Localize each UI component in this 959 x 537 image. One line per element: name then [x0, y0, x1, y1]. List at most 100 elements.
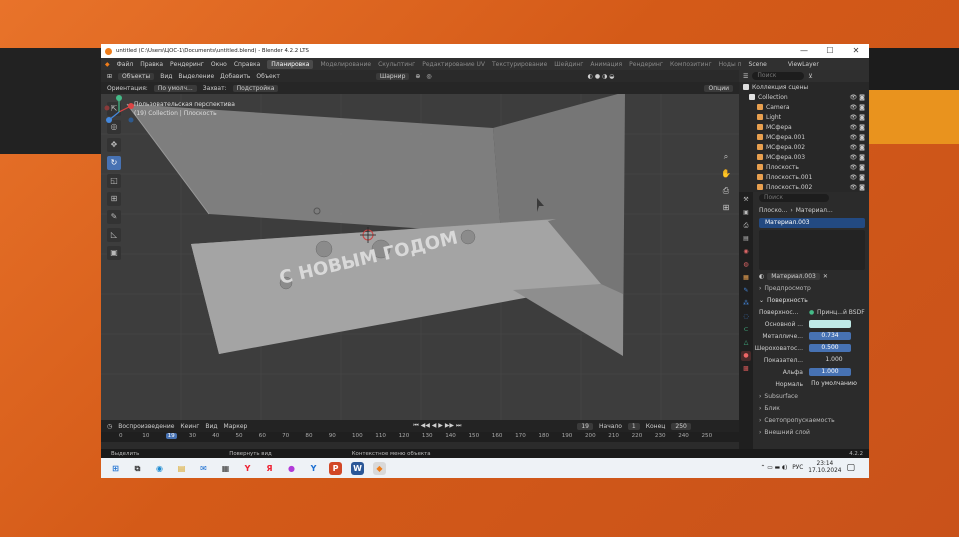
- tab-animation[interactable]: Анимация: [590, 61, 622, 68]
- powerpoint-icon[interactable]: P: [329, 461, 342, 475]
- outliner-row[interactable]: МСфера.003 👁 ◙: [739, 152, 869, 162]
- preview-section[interactable]: › Предпросмотр: [755, 282, 869, 294]
- transform-tool-icon[interactable]: ⊞: [107, 192, 121, 206]
- bsdf-subsection[interactable]: › Subsurface: [755, 390, 869, 402]
- unlink-icon[interactable]: ✕: [823, 273, 828, 280]
- playback-controls[interactable]: ⏮ ◀◀ ◀ ▶ ▶▶ ⏭: [413, 422, 461, 430]
- outliner-row[interactable]: МСфера 👁 ◙: [739, 122, 869, 132]
- surface-section[interactable]: ⌄ Поверхность: [755, 294, 869, 306]
- bsdf-field-value[interactable]: По умолчанию: [809, 380, 859, 388]
- bsdf-field-value[interactable]: 1.000: [809, 356, 859, 364]
- bsdf-field-value[interactable]: 0.500: [809, 344, 851, 352]
- tray-icons[interactable]: ⌃ ▭ ▬ ◖): [761, 465, 788, 471]
- timeline-ruler[interactable]: 0 10 19 30 40 50 60 70 80 90 100 110 120 130 140 150 160…: [101, 432, 739, 442]
- minimize-button[interactable]: —: [791, 44, 817, 58]
- menu-add[interactable]: Добавить: [220, 73, 250, 80]
- particles-tab-icon[interactable]: ⁂: [741, 299, 751, 309]
- language-indicator[interactable]: РУС: [792, 465, 803, 471]
- outliner-row[interactable]: Плоскость.001 👁 ◙: [739, 172, 869, 182]
- blender-taskbar-icon[interactable]: ◆: [373, 461, 386, 475]
- tab-shading[interactable]: Шейдинг: [554, 61, 583, 68]
- object-tab-icon[interactable]: ▦: [741, 273, 751, 283]
- tab-uv-editing[interactable]: Редактирование UV: [422, 61, 485, 68]
- visibility-icon[interactable]: 👁 ◙: [850, 174, 865, 181]
- physics-tab-icon[interactable]: ◌: [741, 312, 751, 322]
- tab-compositing[interactable]: Композитинг: [670, 61, 712, 68]
- tab-layout[interactable]: Планировка: [267, 59, 314, 69]
- grid-view-icon[interactable]: ⊞: [719, 201, 733, 215]
- material-slot[interactable]: Материал.003: [759, 218, 865, 228]
- messenger-icon[interactable]: ●: [285, 462, 298, 475]
- snap-icon[interactable]: ⊕: [415, 73, 420, 80]
- scene-tab-icon[interactable]: ◉: [741, 247, 751, 257]
- close-button[interactable]: ✕: [843, 44, 869, 58]
- visibility-icon[interactable]: 👁 ◙: [850, 104, 865, 111]
- outliner-row[interactable]: Light 👁 ◙: [739, 112, 869, 122]
- timeline-editor-icon[interactable]: ◷: [107, 423, 112, 430]
- current-frame-field[interactable]: 19: [577, 422, 593, 430]
- filter-icon[interactable]: ⊻: [808, 73, 812, 80]
- yandex-browser-icon[interactable]: Y: [241, 462, 254, 475]
- move-tool-icon[interactable]: ✥: [107, 138, 121, 152]
- yandex-icon[interactable]: Я: [263, 462, 276, 475]
- scene-selector[interactable]: Scene: [749, 61, 767, 68]
- outliner-row[interactable]: Плоскость 👁 ◙: [739, 162, 869, 172]
- zoom-icon[interactable]: ⌕: [719, 150, 733, 164]
- orientation-dropdown[interactable]: По умолч...: [153, 84, 197, 92]
- bsdf-subsection[interactable]: › Внешний слой: [755, 426, 869, 438]
- end-frame-field[interactable]: 250: [671, 422, 691, 430]
- modifier-tab-icon[interactable]: ✎: [741, 286, 751, 296]
- tab-texture-paint[interactable]: Текстурирование: [492, 61, 547, 68]
- menu-render[interactable]: Рендеринг: [170, 61, 204, 68]
- camera-view-icon[interactable]: ⎙: [719, 184, 733, 198]
- clock[interactable]: 23:14 17.10.2024: [808, 461, 841, 475]
- proportional-icon[interactable]: ◎: [426, 73, 431, 80]
- pan-icon[interactable]: ✋: [719, 167, 733, 181]
- measure-tool-icon[interactable]: ◺: [107, 228, 121, 242]
- word-icon[interactable]: W: [351, 461, 364, 475]
- menu-view[interactable]: Вид: [160, 73, 172, 80]
- outliner-search[interactable]: Поиск: [752, 72, 805, 80]
- visibility-icon[interactable]: 👁 ◙: [850, 124, 865, 131]
- tool-tab-icon[interactable]: ⚒: [741, 195, 751, 205]
- task-view-icon[interactable]: ⧉: [131, 462, 144, 475]
- data-tab-icon[interactable]: △: [741, 338, 751, 348]
- bsdf-field-value[interactable]: [809, 320, 851, 328]
- edge-icon[interactable]: ◉: [153, 462, 166, 475]
- menu-select[interactable]: Выделение: [178, 73, 214, 80]
- material-name-field[interactable]: Материал.003: [767, 272, 820, 280]
- world-tab-icon[interactable]: ◍: [741, 260, 751, 270]
- mail-icon[interactable]: ✉: [197, 462, 210, 475]
- outliner-root[interactable]: Коллекция сцены: [739, 82, 869, 92]
- snap-dropdown[interactable]: Подстройка: [232, 84, 279, 92]
- maximize-button[interactable]: ☐: [817, 44, 843, 58]
- visibility-icon[interactable]: 👁 ◙: [850, 144, 865, 151]
- yandex-music-icon[interactable]: Y: [307, 462, 320, 475]
- visibility-icon[interactable]: 👁 ◙: [850, 164, 865, 171]
- start-frame-field[interactable]: 1: [627, 422, 640, 430]
- outliner-row[interactable]: МСфера.002 👁 ◙: [739, 142, 869, 152]
- scale-tool-icon[interactable]: ◱: [107, 174, 121, 188]
- editor-type-icon[interactable]: ⊞: [107, 73, 112, 80]
- texture-tab-icon[interactable]: ▩: [741, 364, 751, 374]
- notification-icon[interactable]: ▢: [846, 463, 855, 473]
- render-tab-icon[interactable]: ▣: [741, 208, 751, 218]
- menu-playback[interactable]: Воспроизведение: [118, 423, 174, 430]
- output-tab-icon[interactable]: ⎙: [741, 221, 751, 231]
- navigation-gizmo-icon[interactable]: [101, 94, 137, 130]
- bsdf-field-value[interactable]: 1.000: [809, 368, 851, 376]
- visibility-icon[interactable]: 👁 ◙: [850, 184, 865, 191]
- tab-sculpting[interactable]: Скульптинг: [378, 61, 415, 68]
- store-icon[interactable]: ▦: [219, 462, 232, 475]
- menu-window[interactable]: Окно: [211, 61, 227, 68]
- view-layer-tab-icon[interactable]: ▤: [741, 234, 751, 244]
- material-slot-list[interactable]: [759, 230, 865, 270]
- tab-rendering[interactable]: Рендеринг: [629, 61, 663, 68]
- mode-dropdown[interactable]: Объекты: [118, 72, 155, 80]
- viewport-shading-icons[interactable]: ◐ ● ◑ ◒: [588, 73, 615, 80]
- menu-marker[interactable]: Маркер: [224, 423, 248, 430]
- constraints-tab-icon[interactable]: ⊂: [741, 325, 751, 335]
- visibility-icon[interactable]: 👁 ◙: [850, 114, 865, 121]
- menu-object[interactable]: Объект: [256, 73, 279, 80]
- add-cube-tool-icon[interactable]: ▣: [107, 246, 121, 260]
